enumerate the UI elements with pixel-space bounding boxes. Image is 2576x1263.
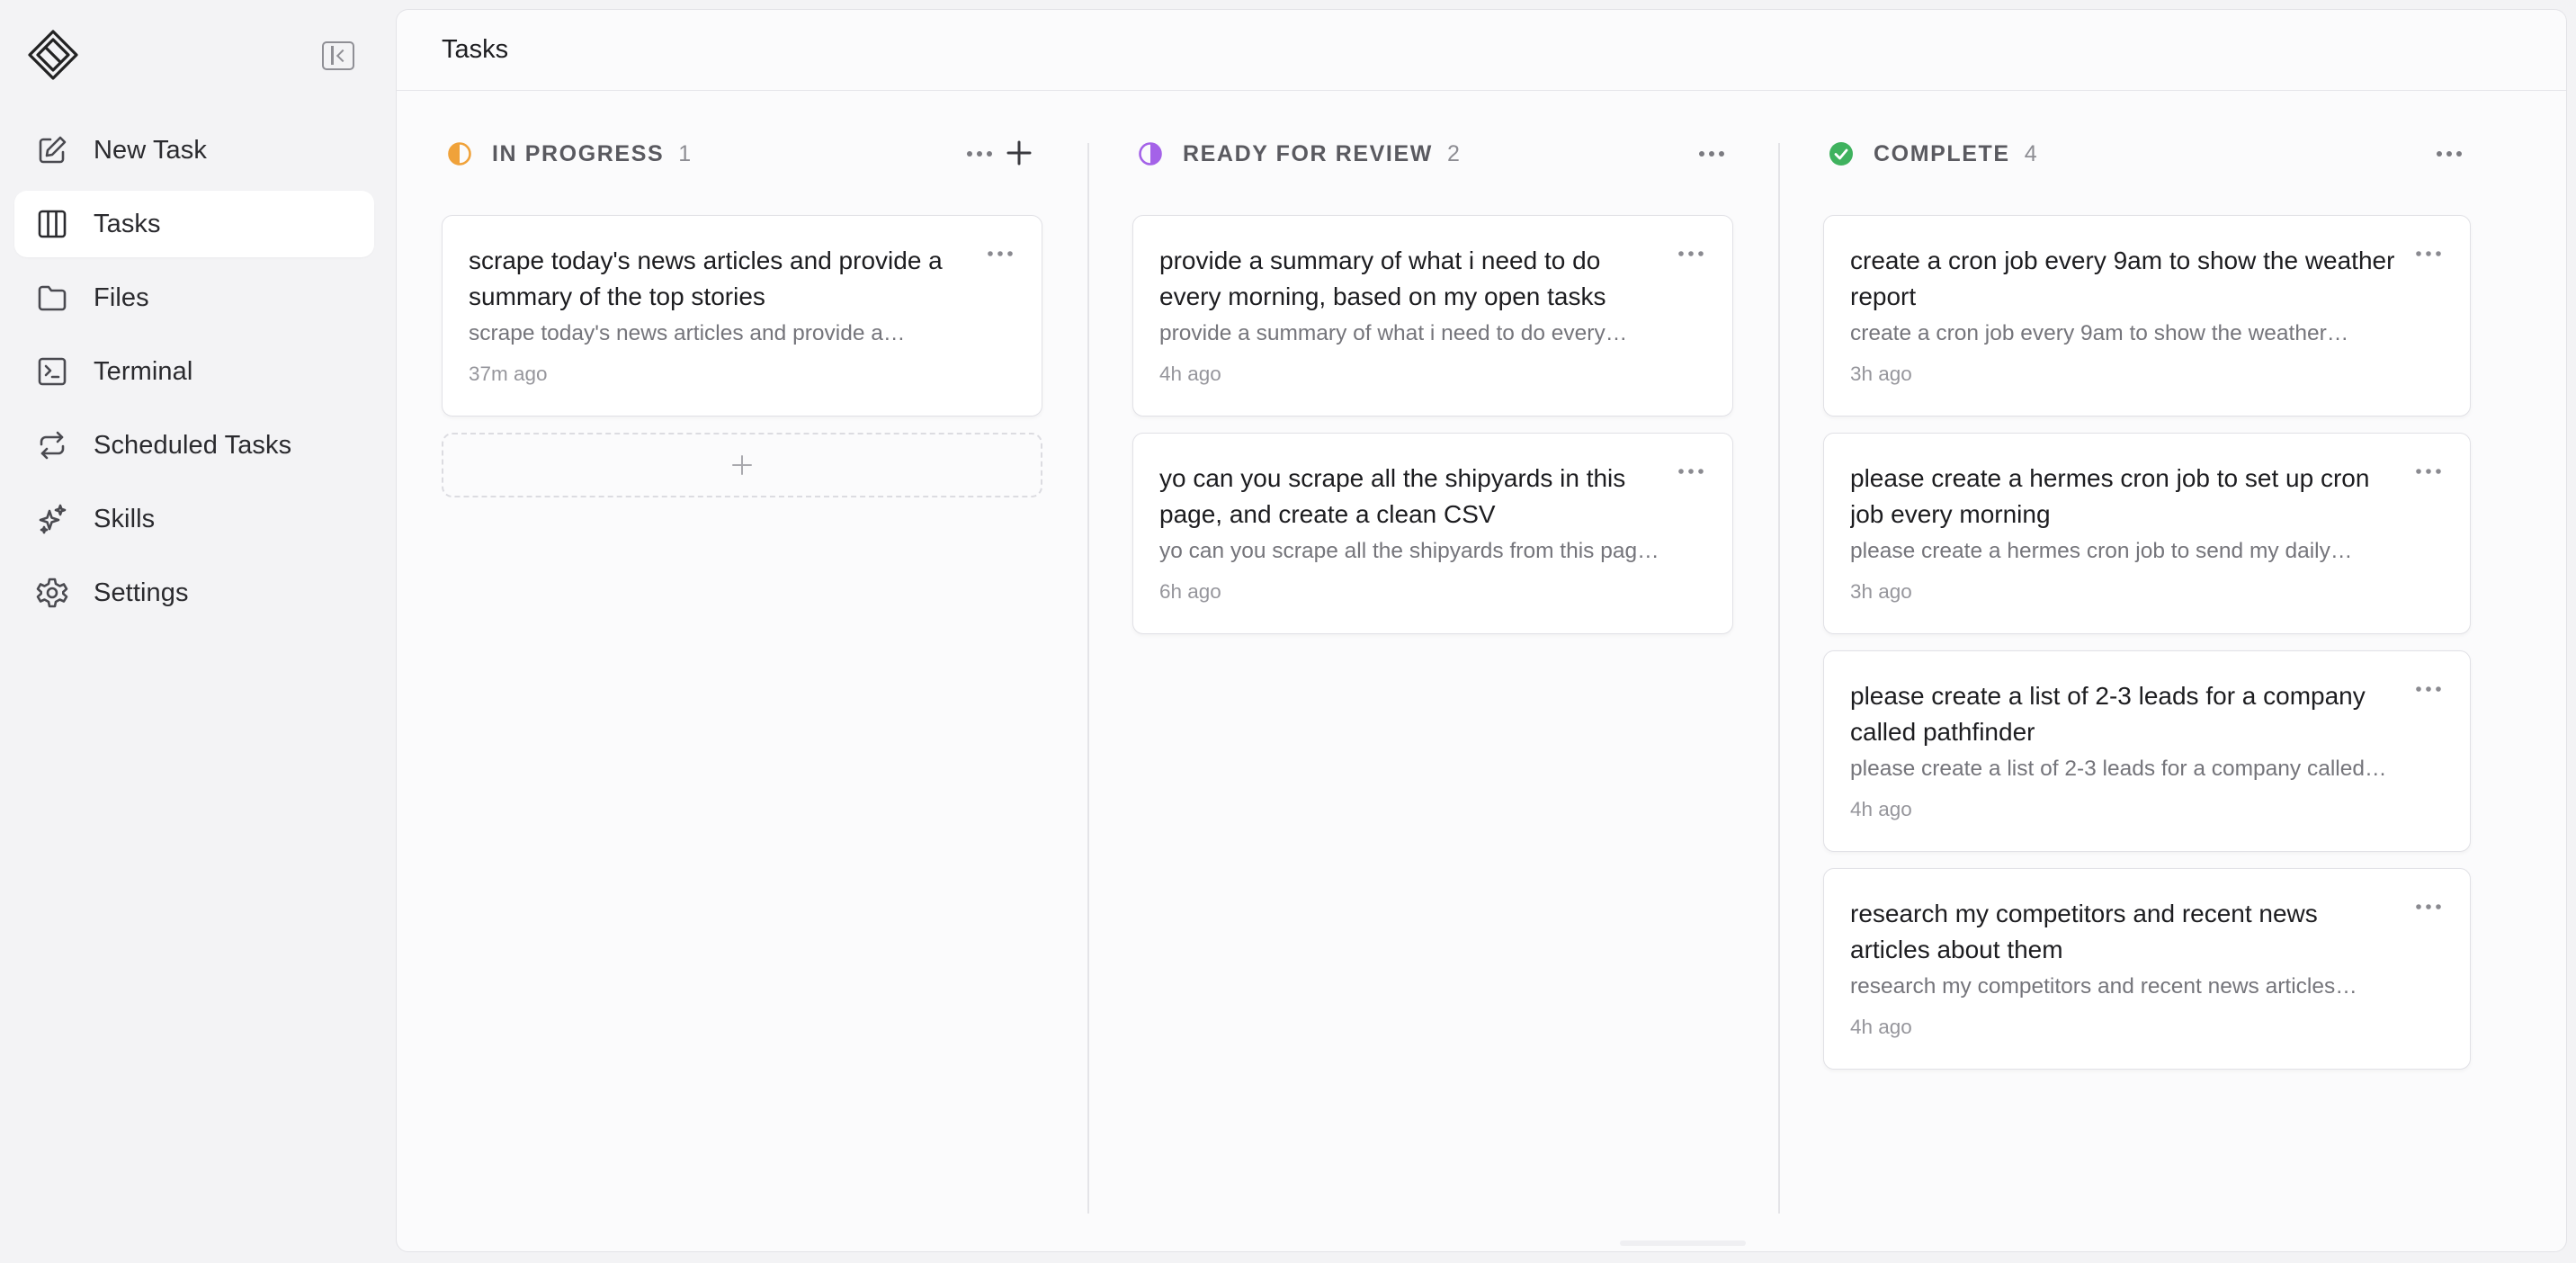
- sidebar-item-new-task[interactable]: New Task: [14, 117, 374, 184]
- check-circle-icon: [1829, 142, 1853, 166]
- column-count: 1: [678, 140, 692, 166]
- task-title: yo can you scrape all the shipyards in t…: [1159, 464, 1626, 528]
- kanban-board: IN PROGRESS 1 scrape today's news articl…: [397, 93, 2566, 1251]
- task-timestamp: 6h ago: [1159, 580, 1221, 603]
- task-title: please create a list of 2-3 leads for a …: [1850, 682, 2366, 746]
- task-title: provide a summary of what i need to do e…: [1159, 246, 1606, 310]
- task-timestamp: 4h ago: [1850, 798, 1912, 820]
- main-header: Tasks: [397, 10, 2566, 91]
- column-complete: COMPLETE 4 create a cron job every 9am t…: [1823, 93, 2471, 1251]
- repeat-icon: [40, 431, 65, 460]
- sidebar-item-label: Skills: [94, 504, 156, 533]
- column-divider: [1778, 143, 1780, 1214]
- sidebar-item-label: Scheduled Tasks: [94, 430, 292, 460]
- column-in-progress: IN PROGRESS 1 scrape today's news articl…: [442, 93, 1042, 1251]
- column-title: READY FOR REVIEW: [1183, 140, 1433, 166]
- column-count: 4: [2024, 140, 2037, 166]
- sidebar-collapse-icon[interactable]: [322, 41, 354, 70]
- task-card[interactable]: please create a list of 2-3 leads for a …: [1823, 650, 2471, 852]
- more-icon[interactable]: [1695, 142, 1728, 166]
- task-timestamp: 4h ago: [1159, 363, 1221, 385]
- sidebar-item-skills[interactable]: Skills: [14, 486, 374, 552]
- edit-icon: [39, 136, 67, 164]
- task-description: create a cron job every 9am to show the …: [1850, 321, 2349, 345]
- add-task-button[interactable]: [442, 433, 1042, 497]
- task-title: create a cron job every 9am to show the …: [1850, 246, 2395, 310]
- more-icon[interactable]: [2414, 466, 2443, 477]
- task-description: scrape today's news articles and provide…: [469, 321, 906, 345]
- folder-icon: [38, 285, 67, 311]
- more-icon[interactable]: [2414, 248, 2443, 259]
- add-task-icon[interactable]: [1005, 139, 1033, 167]
- task-card[interactable]: please create a hermes cron job to set u…: [1823, 433, 2471, 634]
- task-title: research my competitors and recent news …: [1850, 900, 2318, 963]
- sparkles-icon: [39, 504, 67, 534]
- task-description: research my competitors and recent news …: [1850, 974, 2357, 999]
- column-divider: [1087, 143, 1089, 1214]
- terminal-icon: [38, 357, 67, 386]
- sidebar-item-settings[interactable]: Settings: [14, 560, 374, 626]
- sidebar-item-tasks[interactable]: Tasks: [14, 191, 374, 257]
- column-title: IN PROGRESS: [492, 140, 665, 166]
- gear-icon: [36, 578, 68, 608]
- sidebar-item-label: New Task: [94, 135, 207, 165]
- in-progress-status-icon: [448, 142, 471, 166]
- task-title: scrape today's news articles and provide…: [469, 246, 943, 310]
- column-title: COMPLETE: [1874, 140, 2010, 166]
- sidebar: New Task Tasks Files Terminal Scheduled …: [0, 0, 392, 1263]
- app-logo-icon[interactable]: [27, 29, 79, 81]
- main-panel: Tasks IN PROGRESS 1 scrape today's news …: [396, 9, 2567, 1252]
- column-count: 2: [1446, 140, 1460, 166]
- more-icon[interactable]: [1677, 248, 1705, 259]
- sidebar-nav: New Task Tasks Files Terminal Scheduled …: [14, 117, 374, 633]
- sidebar-item-scheduled-tasks[interactable]: Scheduled Tasks: [14, 412, 374, 479]
- review-status-icon: [1139, 142, 1162, 166]
- sidebar-item-files[interactable]: Files: [14, 264, 374, 331]
- column-ready-for-review: READY FOR REVIEW 2 provide a summary of …: [1132, 93, 1733, 1251]
- task-description: yo can you scrape all the shipyards from…: [1159, 539, 1659, 563]
- task-card[interactable]: research my competitors and recent news …: [1823, 868, 2471, 1070]
- task-description: provide a summary of what i need to do e…: [1159, 321, 1628, 345]
- task-timestamp: 4h ago: [1850, 1016, 1912, 1038]
- more-icon[interactable]: [1677, 466, 1705, 477]
- more-icon[interactable]: [963, 142, 996, 166]
- task-title: please create a hermes cron job to set u…: [1850, 464, 2370, 528]
- task-description: please create a list of 2-3 leads for a …: [1850, 757, 2387, 781]
- task-timestamp: 3h ago: [1850, 580, 1912, 603]
- page-title: Tasks: [442, 35, 509, 64]
- more-icon[interactable]: [2433, 142, 2465, 166]
- column-header: COMPLETE 4: [1823, 93, 2471, 215]
- more-icon[interactable]: [2414, 901, 2443, 912]
- task-card[interactable]: scrape today's news articles and provide…: [442, 215, 1042, 417]
- sidebar-item-label: Terminal: [94, 356, 193, 386]
- task-card[interactable]: yo can you scrape all the shipyards in t…: [1132, 433, 1733, 634]
- task-card[interactable]: create a cron job every 9am to show the …: [1823, 215, 2471, 417]
- more-icon[interactable]: [986, 248, 1015, 259]
- task-description: please create a hermes cron job to send …: [1850, 539, 2353, 563]
- more-icon[interactable]: [2414, 684, 2443, 694]
- sidebar-item-label: Settings: [94, 578, 189, 607]
- task-card[interactable]: provide a summary of what i need to do e…: [1132, 215, 1733, 417]
- task-timestamp: 37m ago: [469, 363, 548, 385]
- column-header: READY FOR REVIEW 2: [1132, 93, 1733, 215]
- column-header: IN PROGRESS 1: [442, 93, 1042, 215]
- task-timestamp: 3h ago: [1850, 363, 1912, 385]
- scroll-indicator[interactable]: [1620, 1241, 1746, 1246]
- sidebar-item-label: Tasks: [94, 209, 161, 238]
- columns-icon: [38, 210, 67, 238]
- sidebar-item-label: Files: [94, 282, 149, 312]
- sidebar-item-terminal[interactable]: Terminal: [14, 338, 374, 405]
- plus-icon: [732, 455, 752, 475]
